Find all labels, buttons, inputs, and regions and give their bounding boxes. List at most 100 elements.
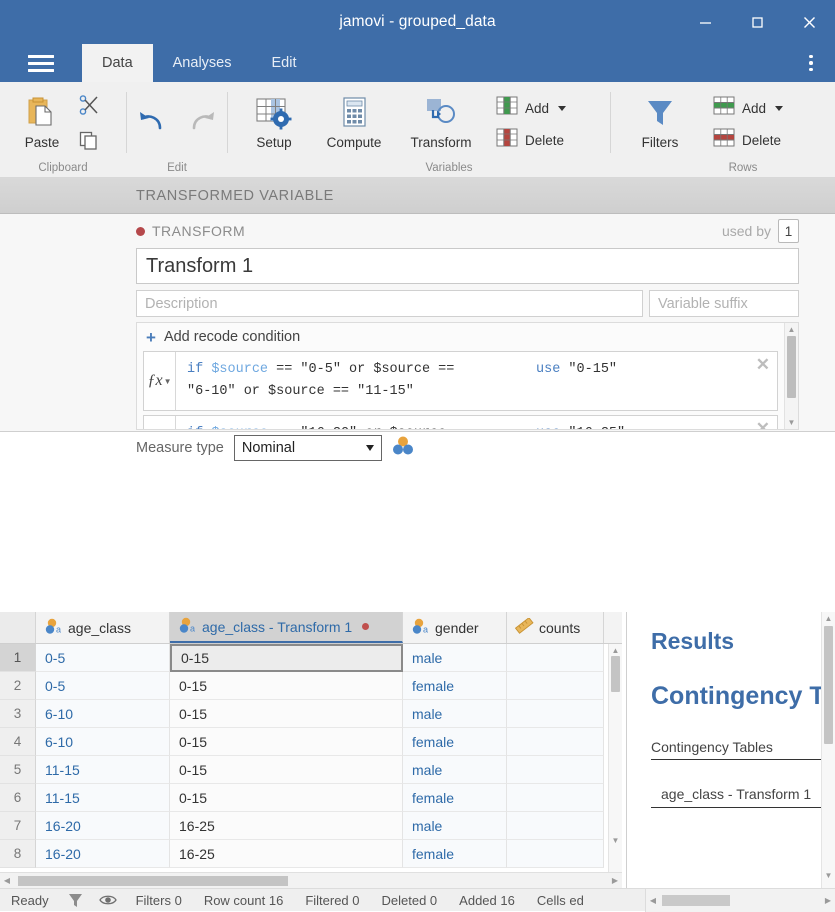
- recode-scroll-thumb-2[interactable]: [787, 429, 796, 430]
- cell-gender[interactable]: female: [403, 784, 507, 812]
- row-number[interactable]: 6: [0, 784, 36, 812]
- table-row[interactable]: 8 16-20 16-25 female: [0, 840, 622, 868]
- delete-row-button[interactable]: Delete: [707, 124, 789, 156]
- results-scroll-thumb[interactable]: [824, 626, 833, 744]
- cell-age-class[interactable]: 0-5: [36, 644, 170, 672]
- compute-button[interactable]: Compute: [312, 86, 396, 150]
- transform-name-input[interactable]: Transform 1: [136, 248, 799, 284]
- cell-age-class[interactable]: 6-10: [36, 700, 170, 728]
- cell-counts[interactable]: [507, 840, 604, 868]
- description-input[interactable]: Description: [136, 290, 643, 317]
- results-scroll-down-icon[interactable]: ▼: [822, 869, 835, 881]
- cell-age-class[interactable]: 6-10: [36, 728, 170, 756]
- table-row[interactable]: 1 0-5 0-15 male: [0, 644, 622, 672]
- move-down-icon[interactable]: [796, 373, 798, 399]
- move-up-icon[interactable]: [796, 341, 798, 367]
- transform-button[interactable]: Transform: [396, 86, 486, 150]
- column-header-age-class[interactable]: a age_class: [36, 612, 170, 643]
- row-number[interactable]: 8: [0, 840, 36, 868]
- cell-transform[interactable]: 0-15: [170, 672, 403, 700]
- add-variable-button[interactable]: Add: [490, 92, 572, 124]
- status-scroll-right-icon[interactable]: ▶: [821, 896, 835, 905]
- close-button[interactable]: [783, 0, 835, 44]
- cell-counts[interactable]: [507, 756, 604, 784]
- row-number[interactable]: 3: [0, 700, 36, 728]
- recode-condition-row-2[interactable]: ƒx ▼ if $source == "16-20" or $source ==…: [143, 415, 778, 429]
- spreadsheet-horizontal-scrollbar[interactable]: ◀ ▶: [0, 872, 622, 888]
- cell-age-class[interactable]: 11-15: [36, 784, 170, 812]
- cell-transform[interactable]: 0-15: [170, 784, 403, 812]
- eye-icon[interactable]: [91, 893, 125, 907]
- cut-button[interactable]: [72, 90, 106, 125]
- filter-icon[interactable]: [60, 892, 91, 908]
- sheet-scroll-left-icon[interactable]: ◀: [0, 876, 14, 885]
- cell-gender[interactable]: female: [403, 728, 507, 756]
- cell-counts[interactable]: [507, 784, 604, 812]
- cell-counts[interactable]: [507, 644, 604, 672]
- cell-age-class[interactable]: 16-20: [36, 840, 170, 868]
- fx-button[interactable]: ƒx ▼: [144, 352, 176, 410]
- maximize-button[interactable]: [731, 0, 783, 44]
- row-number[interactable]: 4: [0, 728, 36, 756]
- cell-gender[interactable]: male: [403, 812, 507, 840]
- table-row[interactable]: 4 6-10 0-15 female: [0, 728, 622, 756]
- column-header-counts[interactable]: counts: [507, 612, 604, 643]
- menu-icon[interactable]: [0, 44, 82, 82]
- scroll-down-mid-icon[interactable]: ▼: [785, 416, 798, 429]
- cell-gender[interactable]: female: [403, 840, 507, 868]
- status-hscroll-track[interactable]: [660, 894, 821, 906]
- cell-transform[interactable]: 0-15: [170, 700, 403, 728]
- status-scroll-left-icon[interactable]: ◀: [646, 896, 660, 905]
- copy-button[interactable]: [72, 125, 106, 160]
- row-number[interactable]: 2: [0, 672, 36, 700]
- chevron-down-icon-rows[interactable]: [775, 105, 784, 111]
- row-number[interactable]: 5: [0, 756, 36, 784]
- cell-counts[interactable]: [507, 700, 604, 728]
- cell-age-class[interactable]: 0-5: [36, 672, 170, 700]
- sheet-scroll-right-icon[interactable]: ▶: [608, 876, 622, 885]
- minimize-button[interactable]: [679, 0, 731, 44]
- results-heading[interactable]: Results: [651, 628, 835, 655]
- sheet-scroll-down-icon[interactable]: ▼: [609, 834, 622, 846]
- column-header-age-class-transform-1[interactable]: a age_class - Transform 1: [170, 612, 403, 643]
- spreadsheet-vertical-scrollbar[interactable]: ▲ ▼: [608, 644, 622, 872]
- cell-gender[interactable]: male: [403, 700, 507, 728]
- cell-counts[interactable]: [507, 728, 604, 756]
- delete-variable-button[interactable]: Delete: [490, 124, 572, 156]
- setup-button[interactable]: Setup: [236, 86, 312, 150]
- cell-age-class[interactable]: 16-20: [36, 812, 170, 840]
- results-scroll-up-icon[interactable]: ▲: [822, 612, 835, 624]
- table-row[interactable]: 7 16-20 16-25 male: [0, 812, 622, 840]
- condition-formula-2[interactable]: if $source == "16-20" or $source == "21-…: [176, 416, 777, 429]
- table-row[interactable]: 5 11-15 0-15 male: [0, 756, 622, 784]
- paste-button[interactable]: Paste: [12, 86, 72, 150]
- results-scrollbar[interactable]: ▲ ▼: [821, 612, 835, 888]
- sheet-scroll-thumb[interactable]: [611, 656, 620, 692]
- analysis-title[interactable]: Contingency T: [651, 682, 835, 711]
- cell-gender[interactable]: male: [403, 756, 507, 784]
- cell-age-class[interactable]: 11-15: [36, 756, 170, 784]
- variable-suffix-input[interactable]: Variable suffix: [649, 290, 799, 317]
- cell-transform[interactable]: 0-15: [170, 644, 403, 672]
- fx-button-2[interactable]: ƒx ▼: [144, 416, 176, 429]
- status-horizontal-scrollbar[interactable]: ◀ ▶: [645, 888, 835, 912]
- measure-type-select[interactable]: Nominal: [233, 435, 382, 461]
- cell-transform[interactable]: 16-25: [170, 812, 403, 840]
- status-hscroll-thumb[interactable]: [662, 894, 730, 906]
- tab-analyses[interactable]: Analyses: [153, 44, 252, 82]
- row-number[interactable]: 1: [0, 644, 36, 672]
- remove-condition-icon-2[interactable]: ✕: [756, 422, 770, 429]
- filters-button[interactable]: Filters: [621, 86, 699, 150]
- chevron-down-icon[interactable]: [558, 105, 567, 111]
- add-row-button[interactable]: Add: [707, 92, 789, 124]
- cell-transform[interactable]: 16-25: [170, 840, 403, 868]
- used-by-count[interactable]: 1: [778, 219, 799, 243]
- cell-counts[interactable]: [507, 812, 604, 840]
- table-row[interactable]: 2 0-5 0-15 female: [0, 672, 622, 700]
- recode-condition-row[interactable]: ƒx ▼ if $source == "0-5" or $source == "…: [143, 351, 778, 411]
- remove-condition-icon[interactable]: ✕: [756, 358, 770, 375]
- column-header-gender[interactable]: a gender: [403, 612, 507, 643]
- sheet-hscroll-thumb[interactable]: [18, 875, 288, 886]
- select-all-corner[interactable]: [0, 612, 36, 643]
- cell-transform[interactable]: 0-15: [170, 728, 403, 756]
